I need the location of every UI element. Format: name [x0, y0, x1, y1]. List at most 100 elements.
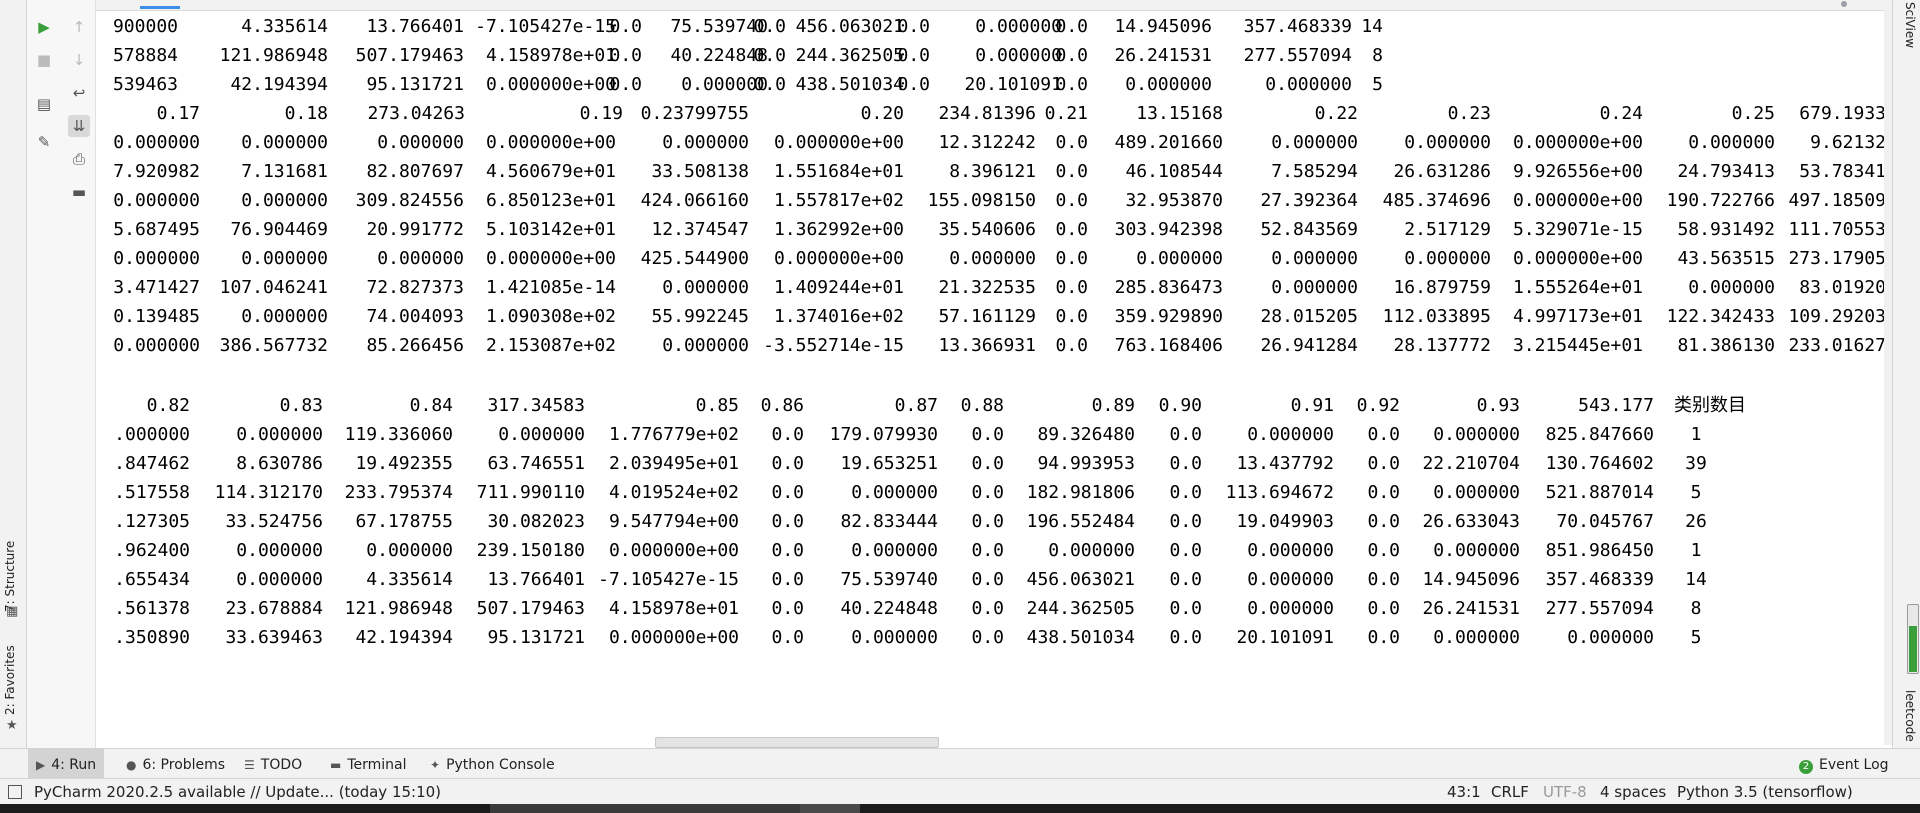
event-log-button[interactable]: 2 Event Log [1799, 749, 1889, 779]
os-taskbar [0, 804, 1920, 813]
table-row-cell: 0.000000 [662, 335, 749, 356]
table-header-row: 0.82 0.83 0.84 317.34583 0.85 0.86 0.87 0.88 0.8… [96, 391, 1884, 420]
indent-setting[interactable]: 4 spaces [1600, 779, 1666, 805]
table-row: 5.687495 76.904469 20.991772 5.103142e+01 12… [96, 215, 1884, 244]
table-row-cell: 53.78341 [1799, 161, 1884, 182]
editor-tab-strip [0, 0, 1920, 11]
table-row: 7.920982 7.131681 82.807697 4.560679e+01 33.… [96, 157, 1884, 186]
table-row-cell: 30.082023 [487, 511, 585, 532]
vertical-scrollbar[interactable] [1884, 10, 1892, 745]
table-header-row-cell: 0.23799755 [640, 103, 749, 124]
table-row: 539463 42.194394 95.131721 0.000000e+00 0.0 0… [96, 70, 1884, 99]
right-tool-rail: SciView leetcode [1892, 0, 1920, 760]
up-arrow-icon[interactable]: ↑ [68, 16, 90, 38]
taskbar-item[interactable] [800, 804, 860, 813]
leetcode-tool-tab[interactable]: leetcode [1903, 690, 1917, 742]
tool-windows-toggle-icon[interactable] [8, 785, 22, 799]
table-row-cell: 5 [1690, 627, 1702, 648]
table-row: 0.139485 0.000000 74.004093 1.090308e+02 55.… [96, 302, 1884, 331]
tab-python-console[interactable]: ✦ Python Console [430, 749, 555, 779]
table-header-row-cell: 679.1933 [1799, 103, 1884, 124]
table-header-row-cell: 317.34583 [487, 395, 585, 416]
table-row-cell: 0.000000 [498, 424, 585, 445]
info-icon: ● [126, 758, 137, 772]
horizontal-scrollbar[interactable] [655, 737, 939, 748]
table-row: 0.000000 0.000000 0.000000 0.000000e+00 425.… [96, 244, 1884, 273]
table-row-cell: 70.045767 [1556, 511, 1654, 532]
table-row: .561378 23.678884 121.986948 507.179463 4.15… [96, 594, 1884, 623]
table-row: .517558 114.312170 233.795374 711.990110 4.0… [96, 478, 1884, 507]
table-row: 578884 121.986948 507.179463 4.158978e+01 0.… [96, 41, 1884, 70]
memory-indicator [1907, 604, 1919, 674]
table-row: 0.000000 0.000000 309.824556 6.850123e+01 42… [96, 186, 1884, 215]
tab-todo[interactable]: ☰ TODO [244, 749, 302, 779]
table-row: 0.000000 0.000000 0.000000 0.000000e+00 0.00… [96, 128, 1884, 157]
scroll-to-end-icon[interactable]: ⇊ [68, 115, 90, 137]
run-toolbar: ▶ ■ ▤ ✎ ↑ ↓ ↩ ⇊ ⎙ ▬ [27, 0, 96, 748]
table-row-cell: 83.01920 [1799, 277, 1884, 298]
table-row: .962400 0.000000 0.000000 239.150180 0.00000… [96, 536, 1884, 565]
caret-position[interactable]: 43:1 [1447, 779, 1481, 805]
run-console-output[interactable]: 900000 4.335614 13.766401 -7.105427e-15 0.0 7… [96, 12, 1884, 745]
taskbar-item[interactable] [490, 804, 800, 813]
table-row-cell: 39 [1685, 453, 1707, 474]
table-row-cell: 8 [1690, 598, 1702, 619]
table-row-cell: 0.000000 [1567, 627, 1654, 648]
star-icon[interactable]: ★ [6, 718, 18, 733]
trash-icon[interactable]: ▬ [68, 181, 90, 203]
favorites-tool-tab[interactable]: 2: Favorites [3, 645, 17, 715]
table-row: .127305 33.524756 67.178755 30.082023 9.5477… [96, 507, 1884, 536]
table-row: 900000 4.335614 13.766401 -7.105427e-15 0.0 7… [96, 12, 1884, 41]
table-row-cell: 63.746551 [487, 453, 585, 474]
print-icon[interactable]: ⎙ [68, 148, 90, 170]
table-header-row-cell: 543.177 [1578, 395, 1654, 416]
table-row: .000000 0.000000 119.336060 0.000000 1.77677… [96, 420, 1884, 449]
layout-icon[interactable]: ▤ [33, 93, 55, 115]
play-icon: ▶ [36, 758, 46, 772]
table-row-cell: 233.01627 [1788, 335, 1884, 356]
status-message[interactable]: PyCharm 2020.2.5 available // Update... … [34, 779, 441, 805]
pin-icon[interactable]: ✎ [33, 131, 55, 153]
tab-problems[interactable]: ● 6: Problems [126, 749, 225, 779]
dataframe-output-1: 900000 4.335614 13.766401 -7.105427e-15 0.0 7… [96, 12, 1884, 360]
table-row-cell: 424.066160 [640, 190, 749, 211]
table-row: 0.000000 386.567732 85.266456 2.153087e+02 0… [96, 331, 1884, 360]
down-arrow-icon[interactable]: ↓ [68, 49, 90, 71]
table-row-cell: 507.179463 [476, 598, 585, 619]
table-row-cell: 5 [1372, 74, 1383, 95]
table-row-cell: 14 [1685, 569, 1707, 590]
table-row: 3.471427 107.046241 72.827373 1.421085e-14 0… [96, 273, 1884, 302]
left-tool-rail: 7: Structure ▦ 2: Favorites ★ [0, 0, 27, 760]
run-icon[interactable]: ▶ [33, 16, 55, 38]
table-row-cell: 357.468339 [1545, 569, 1654, 590]
memory-indicator-fill [1909, 626, 1917, 672]
table-row-cell: 711.990110 [476, 482, 585, 503]
python-interpreter[interactable]: Python 3.5 (tensorflow) [1677, 779, 1853, 805]
table-row-cell: 33.508138 [651, 161, 749, 182]
line-separator[interactable]: CRLF [1491, 779, 1529, 805]
table-row-cell: 111.70553 [1788, 219, 1884, 240]
tool-window-bar: ▶ 4: Run ● 6: Problems ☰ TODO ▬ Terminal ✦ Py… [0, 748, 1920, 779]
structure-icon[interactable]: ▦ [6, 604, 18, 619]
table-row-cell: 0.000000 [662, 277, 749, 298]
table-row-cell: 95.131721 [487, 627, 585, 648]
stop-icon[interactable]: ■ [33, 49, 55, 71]
more-icon[interactable] [1841, 1, 1847, 7]
dataframe-output-2: 0.82 0.83 0.84 317.34583 0.85 0.86 0.87 0.88 0.8… [96, 391, 1884, 652]
table-header-row: 0.17 0.18 273.04263 0.19 0.23799755 0.20 234.8… [96, 99, 1884, 128]
active-tab-indicator [140, 6, 180, 9]
tab-terminal[interactable]: ▬ Terminal [330, 749, 407, 779]
file-encoding[interactable]: UTF-8 [1543, 779, 1587, 805]
status-bar: PyCharm 2020.2.5 available // Update... … [0, 778, 1920, 805]
table-row: .350890 33.639463 42.194394 95.131721 0.0000… [96, 623, 1884, 652]
table-header-row-cell: 类别数目 [1674, 395, 1746, 416]
sciview-tool-tab[interactable]: SciView [1903, 2, 1917, 48]
structure-tool-tab[interactable]: 7: Structure [3, 541, 17, 612]
tab-run[interactable]: ▶ 4: Run [28, 749, 105, 779]
soft-wrap-icon[interactable]: ↩ [68, 82, 90, 104]
table-row-cell: 55.992245 [651, 306, 749, 327]
table-row-cell: 130.764602 [1545, 453, 1654, 474]
table-row-cell: 13.766401 [487, 569, 585, 590]
table-row-cell: 8 [1372, 45, 1383, 66]
table-row-cell: 0.000000 [662, 132, 749, 153]
